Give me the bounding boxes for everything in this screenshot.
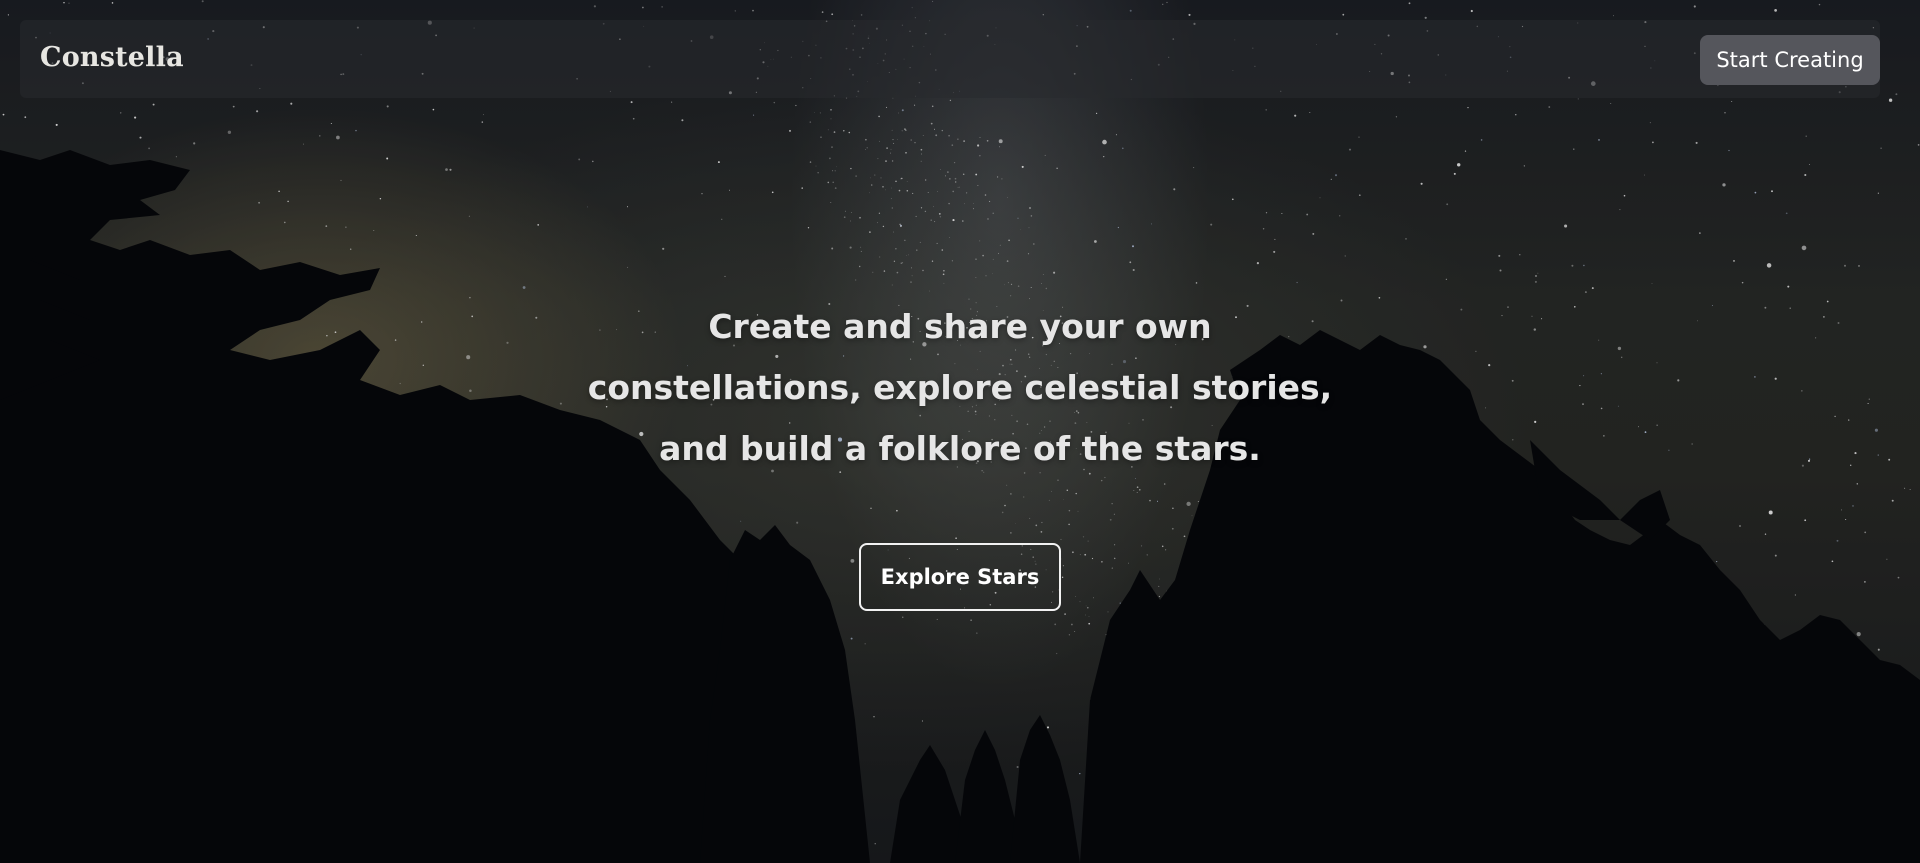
hero-section: Create and share your own constellations… (560, 296, 1360, 611)
top-navbar: Constella Start Creating (20, 20, 1880, 98)
brand-logo-text[interactable]: Constella (40, 42, 184, 73)
start-creating-button[interactable]: Start Creating (1700, 35, 1880, 85)
hero-line-3: and build a folklore of the stars. (659, 429, 1261, 468)
hero-headline: Create and share your own constellations… (560, 296, 1360, 479)
hero-line-2: constellations, explore celestial storie… (587, 368, 1333, 407)
hero-line-1: Create and share your own (708, 307, 1212, 346)
explore-stars-button[interactable]: Explore Stars (859, 543, 1061, 611)
landing-page: Constella Start Creating Create and shar… (0, 0, 1920, 863)
